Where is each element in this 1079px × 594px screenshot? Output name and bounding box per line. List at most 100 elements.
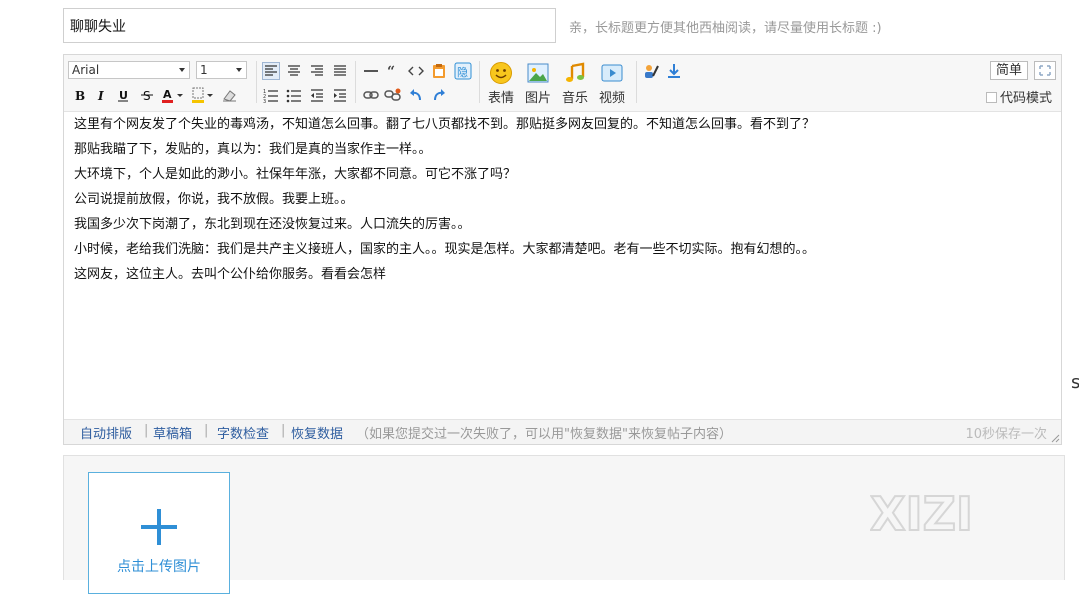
rich-text-editor: Arial 1 B I U S A 1 2 3 “ 隐 表情 图片 音乐 视频 … — [63, 54, 1062, 445]
align-justify-button[interactable] — [331, 62, 349, 80]
code-mode-toggle[interactable]: 代码模式 — [986, 87, 1052, 106]
hide-content-button[interactable]: 隐 — [454, 62, 472, 80]
resize-grip-icon[interactable] — [1050, 433, 1060, 443]
simple-mode-button[interactable]: 简单 — [990, 61, 1028, 80]
post-line: 公司说提前放假，你说，我不放假。我要上班。。 — [74, 192, 354, 207]
smiley-icon — [490, 62, 512, 84]
unlink-icon — [384, 88, 401, 101]
unlink-button[interactable] — [384, 86, 402, 104]
bold-icon: B — [75, 89, 85, 103]
indent-button[interactable] — [331, 86, 349, 104]
background-color-button[interactable] — [190, 86, 216, 104]
horizontal-rule-button[interactable] — [362, 62, 380, 80]
strikethrough-icon: S — [141, 89, 153, 103]
underline-icon: U — [118, 89, 128, 102]
post-line: 大环境下，个人是如此的渺小。社保年年涨，大家都不同意。可它不涨了吗？ — [74, 167, 517, 182]
unordered-list-icon — [286, 89, 301, 103]
toolbar-separator — [256, 61, 257, 103]
emoticon-button[interactable]: 表情 — [485, 61, 517, 107]
toolbar-separator — [355, 61, 356, 103]
divider: | — [281, 423, 286, 438]
quote-button[interactable]: “ — [384, 62, 402, 80]
unordered-list-button[interactable] — [285, 86, 303, 104]
font-color-icon: A — [162, 88, 183, 103]
post-line: 这里有个网友发了个失业的毒鸡汤，不知道怎么回事。翻了七八页都找不到。那贴挺多网友… — [74, 117, 816, 132]
divider: | — [204, 423, 209, 438]
emoticon-label: 表情 — [487, 91, 514, 106]
clear-format-button[interactable] — [220, 86, 238, 104]
fullscreen-button[interactable] — [1034, 61, 1056, 80]
post-line: 那贴我瞄了下，发贴的，真以为：我们是真的当家作主一样。。 — [74, 142, 432, 157]
music-button[interactable]: 音乐 — [559, 61, 591, 107]
image-icon — [527, 63, 549, 83]
align-right-button[interactable] — [308, 62, 326, 80]
code-mode-checkbox[interactable] — [986, 92, 997, 103]
download-button[interactable] — [665, 62, 683, 80]
video-label: 视频 — [598, 91, 625, 106]
align-left-button[interactable] — [262, 62, 280, 80]
page-edge-glyph: s — [1071, 372, 1079, 393]
divider: | — [144, 423, 149, 438]
redo-button[interactable] — [430, 86, 448, 104]
xizi-watermark-logo: XIZI — [870, 488, 974, 536]
code-button[interactable] — [407, 62, 425, 80]
post-line: 我国多少次下岗潮了，东北到现在还没恢复过来。人口流失的厉害。。 — [74, 217, 471, 232]
italic-button[interactable]: I — [92, 86, 110, 104]
horizontal-rule-icon — [364, 70, 378, 72]
link-button[interactable] — [362, 86, 380, 104]
svg-text:I: I — [97, 89, 104, 103]
word-check-link[interactable]: 字数检查 — [217, 423, 269, 442]
align-justify-icon — [334, 65, 346, 76]
font-family-select[interactable]: Arial — [68, 61, 190, 79]
ordered-list-button[interactable]: 123 — [262, 86, 280, 105]
restore-data-link[interactable]: 恢复数据 — [291, 423, 343, 442]
link-icon — [363, 91, 379, 99]
svg-text:“: “ — [387, 64, 395, 80]
title-input[interactable] — [63, 8, 556, 43]
svg-text:A: A — [163, 88, 172, 101]
autosave-status: 10秒保存一次 — [965, 427, 1047, 442]
auto-format-link[interactable]: 自动排版 — [80, 423, 132, 442]
upload-image-button[interactable]: 点击上传图片 — [88, 472, 230, 594]
restore-note: （如果您提交过一次失败了，可以用"恢复数据"来恢复帖子内容） — [356, 427, 732, 442]
fullscreen-icon — [1039, 65, 1051, 76]
italic-icon: I — [97, 89, 104, 103]
underline-button[interactable]: U — [114, 86, 132, 104]
code-icon — [408, 66, 424, 76]
post-line: 小时候，老给我们洗脑：我们是共产主义接班人，国家的主人。。现实是怎样。大家都清楚… — [74, 242, 816, 257]
image-button[interactable]: 图片 — [522, 61, 554, 107]
editor-toolbar: Arial 1 B I U S A 1 2 3 “ 隐 表情 图片 音乐 视频 … — [64, 55, 1061, 112]
strikethrough-button[interactable]: S — [138, 86, 156, 104]
bold-button[interactable]: B — [70, 86, 88, 104]
chevron-down-icon — [236, 68, 242, 72]
drafts-link[interactable]: 草稿箱 — [153, 423, 192, 442]
clipboard-icon — [433, 64, 445, 78]
font-family-value: Arial — [72, 63, 100, 77]
chevron-down-icon — [179, 68, 185, 72]
post-line: 这网友，这位主人。去叫个公仆给你服务。看看会怎样 — [74, 267, 387, 282]
align-center-button[interactable] — [285, 62, 303, 80]
editor-status-bar: 自动排版 | 草稿箱 | 字数检查 | 恢复数据 （如果您提交过一次失败了，可以… — [64, 419, 1061, 444]
font-size-value: 1 — [200, 63, 208, 77]
post-body[interactable]: 这里有个网友发了个失业的毒鸡汤，不知道怎么回事。翻了七八页都找不到。那贴挺多网友… — [74, 115, 1044, 290]
paste-button[interactable] — [430, 62, 448, 80]
svg-text:U: U — [119, 89, 128, 102]
music-icon — [566, 62, 585, 82]
plus-icon — [141, 509, 177, 545]
align-left-icon — [265, 65, 277, 76]
undo-button[interactable] — [407, 86, 425, 104]
font-color-button[interactable]: A — [160, 86, 186, 104]
signature-button[interactable] — [642, 62, 660, 80]
upload-image-label: 点击上传图片 — [117, 559, 201, 575]
outdent-button[interactable] — [308, 86, 326, 104]
svg-text:XIZI: XIZI — [870, 488, 973, 536]
video-button[interactable]: 视频 — [596, 61, 628, 107]
svg-text:隐: 隐 — [457, 66, 468, 79]
background-color-icon — [192, 87, 213, 103]
code-mode-label: 代码模式 — [1000, 91, 1053, 106]
eraser-icon — [223, 90, 236, 102]
outdent-icon — [311, 89, 323, 102]
hide-content-icon: 隐 — [454, 62, 472, 80]
font-size-select[interactable]: 1 — [196, 61, 247, 79]
image-label: 图片 — [524, 91, 551, 106]
